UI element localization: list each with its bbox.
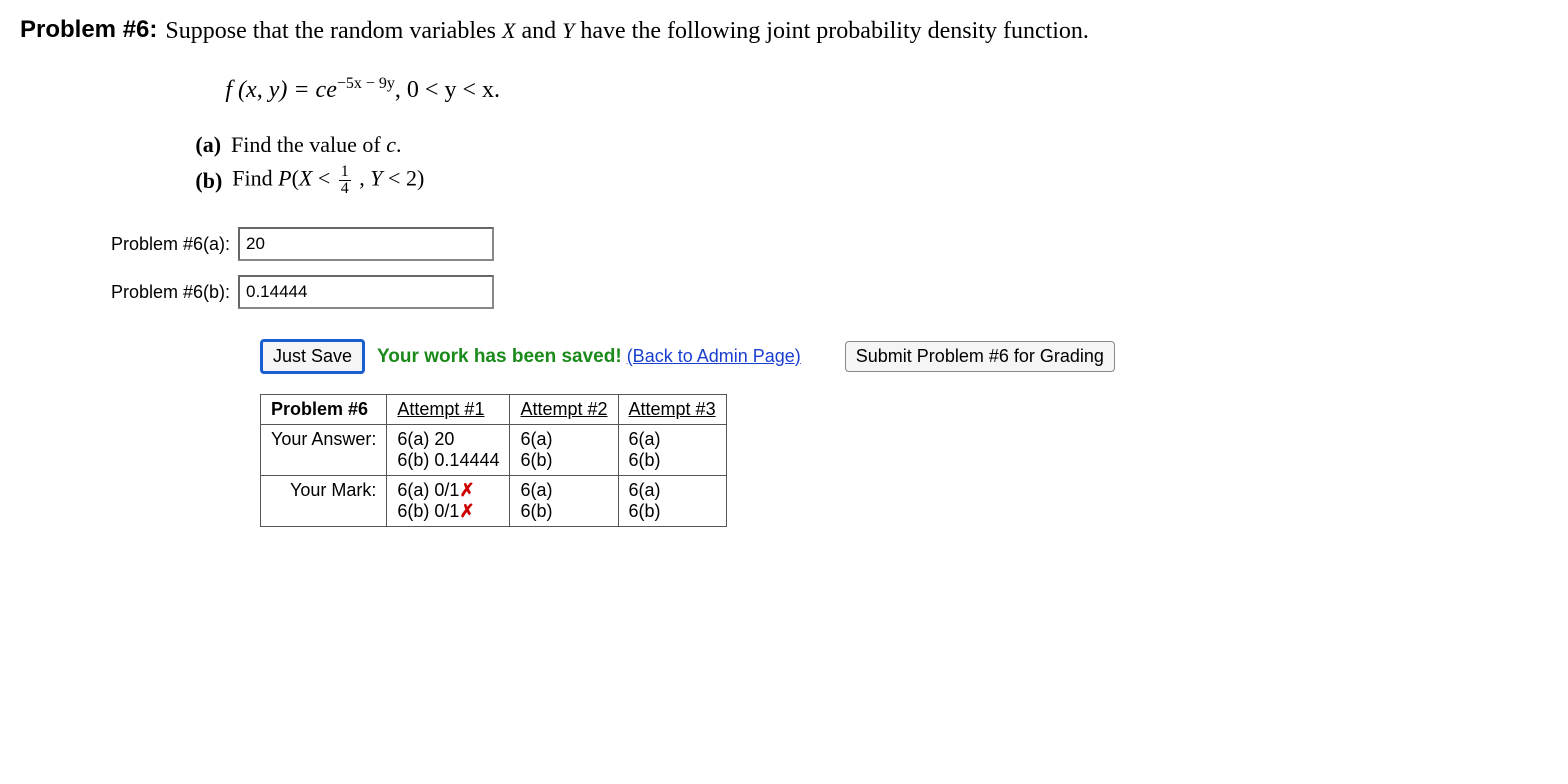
wrong-mark-icon: ✗ bbox=[459, 480, 474, 500]
cell-text: 6(a) 20 bbox=[397, 429, 454, 449]
cell-text: 6(b) bbox=[629, 450, 661, 470]
answer-attempt-2: 6(a) 6(b) bbox=[510, 425, 618, 476]
cell-text: 6(a) bbox=[629, 429, 661, 449]
part-b-Y: Y bbox=[370, 166, 382, 191]
equation-rhs: , 0 < y < x. bbox=[395, 77, 500, 103]
table-header-problem: Problem #6 bbox=[261, 395, 387, 425]
attempts-table: Problem #6 Attempt #1 Attempt #2 Attempt… bbox=[260, 394, 727, 527]
cell-text: 6(a) 0/1 bbox=[397, 480, 459, 500]
attempt-3-link[interactable]: Attempt #3 bbox=[618, 395, 726, 425]
mark-attempt-3: 6(a) 6(b) bbox=[618, 476, 726, 527]
just-save-button[interactable]: Just Save bbox=[260, 339, 365, 374]
cell-text: 6(a) bbox=[629, 480, 661, 500]
attempt-1-link[interactable]: Attempt #1 bbox=[387, 395, 510, 425]
back-to-admin-link[interactable]: (Back to Admin Page) bbox=[627, 346, 801, 366]
answer-b-input[interactable] bbox=[238, 275, 494, 309]
fraction-one-fourth: 14 bbox=[339, 164, 351, 197]
problem-label: Problem #6: bbox=[20, 16, 157, 44]
part-b-X: X bbox=[299, 166, 312, 191]
part-b-text: , bbox=[354, 166, 371, 191]
intro-text: have the following joint probability den… bbox=[574, 18, 1089, 44]
intro-text: and bbox=[515, 18, 562, 44]
wrong-mark-icon: ✗ bbox=[459, 501, 474, 521]
attempt-2-link[interactable]: Attempt #2 bbox=[510, 395, 618, 425]
part-b-text: < 2) bbox=[383, 166, 425, 191]
part-b-text: Find bbox=[232, 166, 278, 191]
cell-text: 6(b) 0.14444 bbox=[397, 450, 499, 470]
your-answer-label: Your Answer: bbox=[261, 425, 387, 476]
intro-text: Suppose that the random variables bbox=[165, 18, 502, 44]
fraction-denominator: 4 bbox=[339, 181, 351, 197]
part-b-P: P bbox=[278, 166, 291, 191]
part-b-text: ( bbox=[292, 166, 299, 191]
answer-b-label: Problem #6(b): bbox=[90, 282, 230, 303]
answer-a-input[interactable] bbox=[238, 227, 494, 261]
answer-attempt-1: 6(a) 20 6(b) 0.14444 bbox=[387, 425, 510, 476]
part-b-label: (b) bbox=[195, 168, 222, 194]
part-a-text: Find the value of bbox=[231, 132, 386, 157]
cell-text: 6(a) bbox=[520, 429, 552, 449]
equation-lhs: f (x, y) = ce bbox=[225, 77, 336, 103]
equation-exponent: −5x − 9y bbox=[337, 75, 395, 92]
equation: f (x, y) = ce−5x − 9y, 0 < y < x. bbox=[225, 75, 1548, 104]
part-a-var: c bbox=[386, 132, 396, 157]
mark-attempt-1: 6(a) 0/1✗ 6(b) 0/1✗ bbox=[387, 476, 510, 527]
fraction-numerator: 1 bbox=[339, 164, 351, 181]
part-a-text: . bbox=[396, 132, 402, 157]
cell-text: 6(b) bbox=[520, 450, 552, 470]
part-a-label: (a) bbox=[195, 132, 221, 158]
mark-attempt-2: 6(a) 6(b) bbox=[510, 476, 618, 527]
your-mark-label: Your Mark: bbox=[261, 476, 387, 527]
answer-a-label: Problem #6(a): bbox=[90, 234, 230, 255]
cell-text: 6(b) 0/1 bbox=[397, 501, 459, 521]
part-b-text: < bbox=[312, 166, 335, 191]
answer-attempt-3: 6(a) 6(b) bbox=[618, 425, 726, 476]
problem-intro: Suppose that the random variables X and … bbox=[165, 16, 1548, 47]
part-a: (a) Find the value of c. bbox=[195, 132, 1548, 158]
cell-text: 6(a) bbox=[520, 480, 552, 500]
saved-message: Your work has been saved! bbox=[377, 346, 622, 367]
cell-text: 6(b) bbox=[520, 501, 552, 521]
intro-var-x: X bbox=[502, 18, 515, 43]
cell-text: 6(b) bbox=[629, 501, 661, 521]
submit-for-grading-button[interactable]: Submit Problem #6 for Grading bbox=[845, 341, 1115, 372]
part-b: (b) Find P(X < 14 , Y < 2) bbox=[195, 164, 1548, 197]
intro-var-y: Y bbox=[562, 18, 574, 43]
